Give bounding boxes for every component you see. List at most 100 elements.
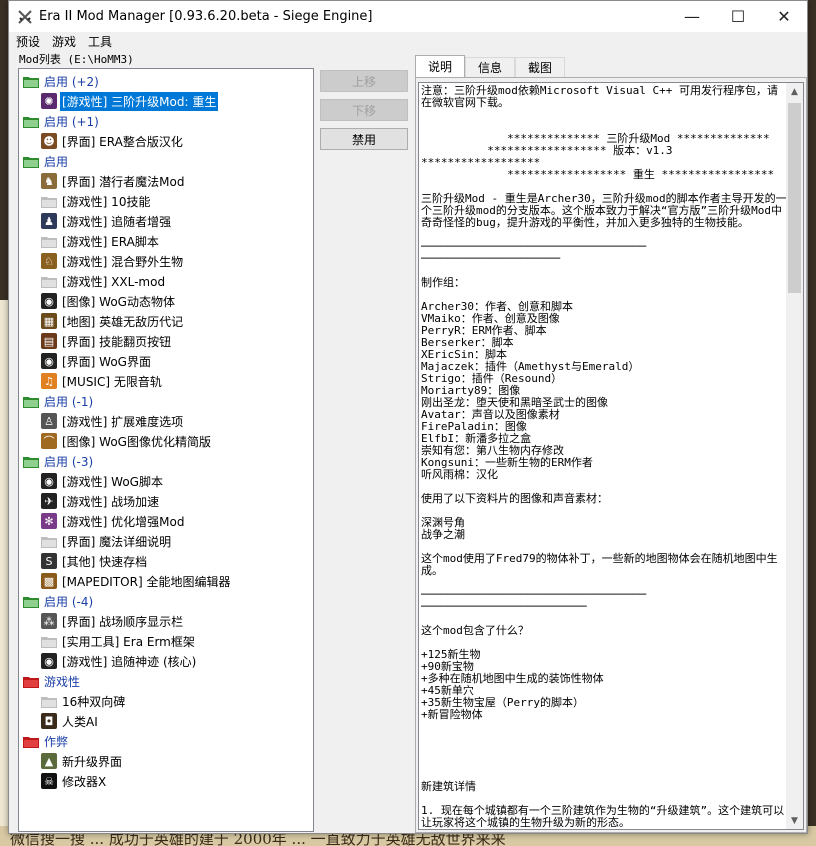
scroll-thumb[interactable] (788, 103, 801, 293)
tree-item[interactable]: ▦ [地图] 英雄无敌历代记 (19, 311, 313, 331)
tree-label: [图像] WoG图像优化精简版 (62, 434, 211, 449)
tree-item[interactable]: ◉ [界面] WoG界面 (19, 351, 313, 371)
menu-tools[interactable]: 工具 (85, 33, 121, 50)
tree-item[interactable]: [界面] 魔法详细说明 (19, 531, 313, 551)
group-folder-icon (23, 76, 39, 88)
tree-group[interactable]: 作弊 (19, 731, 313, 751)
tree-item[interactable]: ✻ [游戏性] 优化增强Mod (19, 511, 313, 531)
tree-item[interactable]: ⌒ [图像] WoG图像优化精简版 (19, 431, 313, 451)
folder-icon (41, 636, 57, 648)
tree-item[interactable]: [游戏性] 10技能 (19, 191, 313, 211)
tab-info[interactable]: 信息 (465, 57, 516, 77)
window-title: Era II Mod Manager [0.93.6.20.beta - Sie… (39, 9, 373, 24)
tree-item[interactable]: ⁂ [界面] 战场顺序显示栏 (19, 611, 313, 631)
tree-item[interactable]: ♟ [游戏性] 追随者增强 (19, 211, 313, 231)
move-up-button[interactable]: 上移 (320, 70, 408, 92)
tree-item[interactable]: ☠ 修改器X (19, 771, 313, 791)
tree-label: [界面] 潜行者魔法Mod (62, 174, 185, 189)
tree-label: 16种双向碑 (62, 694, 126, 709)
tree-label: [游戏性] 混合野外生物 (62, 254, 184, 269)
wog-eye-icon: ◉ (41, 473, 57, 489)
close-button[interactable]: ✕ (761, 1, 807, 32)
group-folder-icon (23, 396, 39, 408)
gear-eye-icon: ✺ (41, 93, 57, 109)
tree-group[interactable]: 启用 (+2) (19, 71, 313, 91)
description-box[interactable]: 注意：三阶升级mod依赖Microsoft Visual C++ 可用发行程序包… (418, 82, 804, 830)
tree-item[interactable]: ✺ [游戏性] 三阶升级Mod: 重生 (19, 91, 313, 111)
tree-label: [界面] 魔法详细说明 (62, 534, 172, 549)
units-icon: ⁂ (41, 613, 57, 629)
tree-item[interactable]: ◘ 人类AI (19, 711, 313, 731)
tree-item[interactable]: ▩ [MAPEDITOR] 全能地图编辑器 (19, 571, 313, 591)
tree-item[interactable]: [游戏性] ERA脚本 (19, 231, 313, 251)
save-icon: S (41, 553, 57, 569)
tree-item[interactable]: ☻ [界面] ERA整合版汉化 (19, 131, 313, 151)
tree-item[interactable]: ♞ [界面] 潜行者魔法Mod (19, 171, 313, 191)
description-text: 注意：三阶升级mod依赖Microsoft Visual C++ 可用发行程序包… (421, 84, 787, 829)
title-bar[interactable]: Era II Mod Manager [0.93.6.20.beta - Sie… (9, 1, 807, 32)
folder-icon (41, 276, 57, 288)
minimize-button[interactable]: — (669, 1, 715, 32)
folder-icon (41, 696, 57, 708)
tree-label: [游戏性] WoG脚本 (62, 474, 163, 489)
folder-icon (41, 236, 57, 248)
tree-label: 启用 (-4) (44, 594, 94, 609)
beast-icon: ♘ (41, 253, 57, 269)
folder-icon (41, 196, 57, 208)
mod-list-label: Mod列表 (E:\HoMM3) (19, 53, 134, 66)
menu-presets[interactable]: 预设 (13, 33, 49, 50)
tree-label: [界面] WoG界面 (62, 354, 151, 369)
runner-icon: ✈ (41, 493, 57, 509)
tree-label: 启用 (+2) (44, 74, 99, 89)
tree-label: 启用 (+1) (44, 114, 99, 129)
tree-item[interactable]: ♙ [游戏性] 扩展难度选项 (19, 411, 313, 431)
tree-item[interactable]: ✈ [游戏性] 战场加速 (19, 491, 313, 511)
tree-item[interactable]: 16种双向碑 (19, 691, 313, 711)
mod-tree[interactable]: 启用 (+2) ✺ [游戏性] 三阶升级Mod: 重生启用 (+1) ☻ [界面] ER… (18, 68, 314, 832)
map-editor-icon: ▩ (41, 573, 57, 589)
disable-button[interactable]: 禁用 (320, 128, 408, 150)
tree-item[interactable]: ◉ [图像] WoG动态物体 (19, 291, 313, 311)
tree-label: [游戏性] XXL-mod (62, 274, 166, 289)
group-folder-icon (23, 116, 39, 128)
tree-group[interactable]: 游戏性 (19, 671, 313, 691)
tree-label: [其他] 快速存档 (62, 554, 148, 569)
tree-item[interactable]: ♫ [MUSIC] 无限音轨 (19, 371, 313, 391)
scroll-down-arrow-icon[interactable]: ▼ (786, 812, 803, 829)
tree-group[interactable]: 启用 (19, 151, 313, 171)
tree-group[interactable]: 启用 (-1) (19, 391, 313, 411)
tree-label: [游戏性] 追随者增强 (62, 214, 172, 229)
tree-label: 游戏性 (44, 674, 81, 689)
tree-item[interactable]: [游戏性] XXL-mod (19, 271, 313, 291)
tree-label: 启用 (-1) (44, 394, 94, 409)
tree-label: [MAPEDITOR] 全能地图编辑器 (62, 574, 231, 589)
description-scrollbar[interactable]: ▲ ▼ (786, 83, 803, 829)
tree-label: [实用工具] Era Erm框架 (62, 634, 195, 649)
tree-group[interactable]: 启用 (+1) (19, 111, 313, 131)
tree-item[interactable]: ◉ [游戏性] 追随神迹 (核心) (19, 651, 313, 671)
tab-description[interactable]: 说明 (415, 55, 466, 77)
wog-eye-icon: ◉ (41, 353, 57, 369)
tree-group[interactable]: 启用 (-3) (19, 451, 313, 471)
tree-item[interactable]: [实用工具] Era Erm框架 (19, 631, 313, 651)
tree-label: [游戏性] 扩展难度选项 (62, 414, 184, 429)
wog-eye-icon: ◉ (41, 653, 57, 669)
tree-item[interactable]: S [其他] 快速存档 (19, 551, 313, 571)
scroll-up-arrow-icon[interactable]: ▲ (786, 83, 803, 100)
menu-game[interactable]: 游戏 (49, 33, 85, 50)
tree-label: 启用 (-3) (44, 454, 94, 469)
tree-label: [图像] WoG动态物体 (62, 294, 175, 309)
gears-icon: ✻ (41, 513, 57, 529)
tab-screenshots[interactable]: 截图 (515, 57, 566, 77)
move-down-button[interactable]: 下移 (320, 99, 408, 121)
tree-item[interactable]: ♘ [游戏性] 混合野外生物 (19, 251, 313, 271)
tree-item[interactable]: ◉ [游戏性] WoG脚本 (19, 471, 313, 491)
tree-group[interactable]: 启用 (-4) (19, 591, 313, 611)
tree-item[interactable]: ▲ 新升级界面 (19, 751, 313, 771)
tree-item[interactable]: ▤ [界面] 技能翻页按钮 (19, 331, 313, 351)
maximize-button[interactable]: ☐ (715, 1, 761, 32)
bridge-icon: ⌒ (41, 433, 57, 449)
upgrade-icon: ▲ (41, 753, 57, 769)
group-folder-icon (23, 676, 39, 688)
group-folder-icon (23, 456, 39, 468)
